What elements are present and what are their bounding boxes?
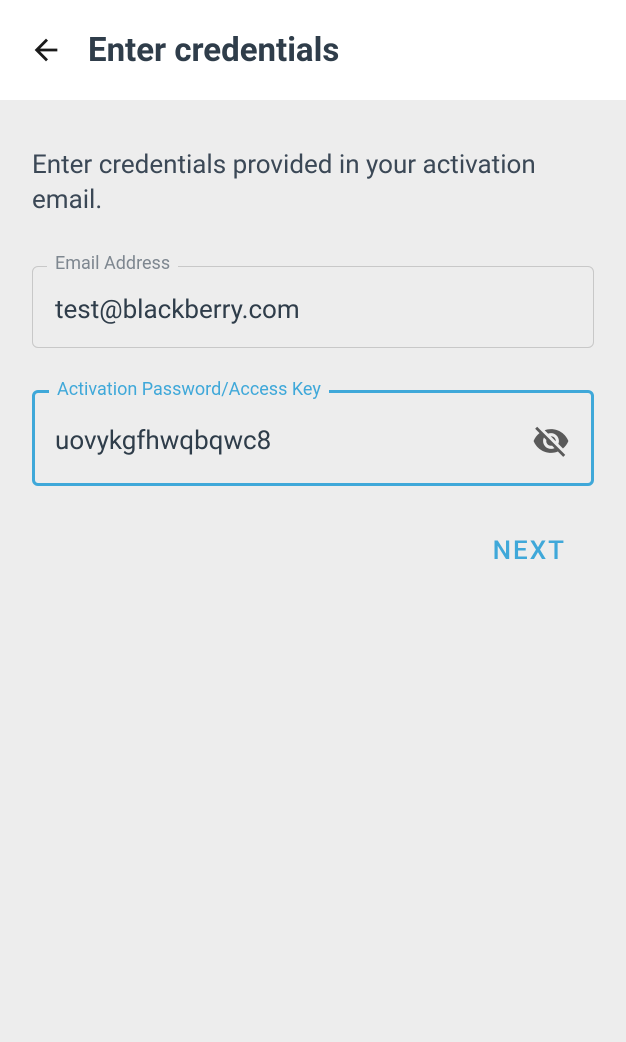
next-button[interactable]: NEXT	[489, 528, 570, 574]
email-field-wrapper: Email Address	[32, 266, 594, 348]
email-input[interactable]	[55, 295, 573, 325]
visibility-toggle[interactable]	[529, 419, 573, 463]
password-field-wrapper: Activation Password/Access Key	[32, 390, 594, 486]
arrow-back-icon	[29, 33, 63, 67]
eye-off-icon	[532, 422, 570, 460]
password-input[interactable]	[55, 426, 517, 456]
password-label: Activation Password/Access Key	[49, 381, 329, 399]
email-label: Email Address	[47, 255, 178, 273]
back-button[interactable]	[28, 32, 64, 68]
next-row: NEXT	[32, 528, 594, 574]
email-field-container[interactable]: Email Address	[32, 266, 594, 348]
password-field-container[interactable]: Activation Password/Access Key	[32, 390, 594, 486]
instructions-text: Enter credentials provided in your activ…	[32, 148, 594, 218]
header: Enter credentials	[0, 0, 626, 100]
page-title: Enter credentials	[88, 31, 339, 70]
content: Enter credentials provided in your activ…	[0, 100, 626, 574]
